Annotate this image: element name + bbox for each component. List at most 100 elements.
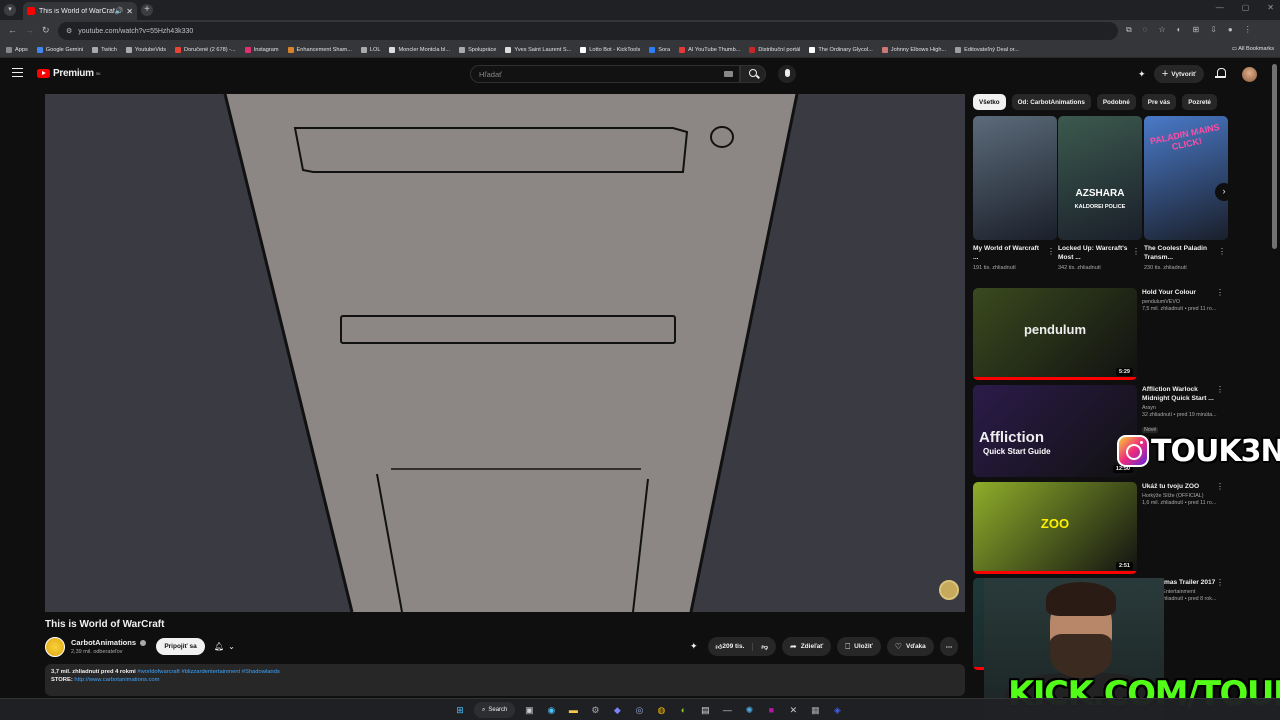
speaker-icon[interactable]: 🔊 [115,7,124,15]
close-window-icon[interactable]: ✕ [1267,3,1274,12]
more-options-icon[interactable]: ⋮ [1132,247,1140,256]
hashtags[interactable]: #worldofwarcraft #blizzardentertainment … [137,669,279,675]
app-icon-x[interactable]: ✕ [785,702,801,718]
bookmark-item[interactable]: LOL [360,46,380,53]
new-tab-button[interactable]: + [141,4,153,16]
hamburger-menu-icon[interactable] [12,68,23,77]
more-options-icon[interactable]: ⋮ [1216,482,1224,491]
downloads-icon[interactable]: ⇩ [1210,25,1217,35]
bookmark-item[interactable]: Spolupráce [459,46,496,53]
cast-icon[interactable]: ✦ [1138,69,1146,80]
edge-icon[interactable]: ◉ [543,702,559,718]
filter-chip[interactable]: Pozreté [1182,94,1217,110]
save-button[interactable]: ⎕ Uložiť [837,637,881,656]
video-title[interactable]: Hold Your Colour [1142,288,1216,297]
back-icon[interactable]: ← [8,25,17,35]
app-icon-calc[interactable]: ▦ [807,702,823,718]
profile-icon[interactable]: ● [1228,25,1233,35]
eye-off-icon[interactable]: ◌ [1143,25,1148,35]
channel-avatar[interactable] [45,637,65,657]
video-channel[interactable]: Horkýže Slíže (OFFICIAL) [1142,493,1216,499]
share-button[interactable]: ➦ Zdieľať [782,637,832,656]
app-icon-blue[interactable]: ◈ [829,702,845,718]
close-tab-icon[interactable]: ✕ [126,7,133,16]
more-options-icon[interactable]: ⋮ [1216,578,1224,587]
forward-icon[interactable]: → [25,25,34,35]
tab-search-button[interactable]: ▾ [4,4,16,16]
more-options-icon[interactable]: ⋮ [1216,288,1224,297]
more-actions-button[interactable]: ⋯ [939,637,959,656]
scrollbar[interactable] [1272,64,1277,249]
extension-icon[interactable]: ◐ [1177,25,1182,35]
app-icon-window[interactable]: ▤ [697,702,713,718]
video-thumbnail[interactable]: ZOO 2:51 [973,482,1137,574]
shelf-video-card[interactable]: AZSHARA KALDOREI POLICE Locked Up: Warcraf… [1058,116,1142,271]
bookmark-item[interactable]: Doručené (2 678) -... [175,46,236,53]
notifications-icon[interactable] [1215,68,1226,78]
chrome-icon[interactable]: ◍ [653,702,669,718]
address-bar[interactable]: ⚙ youtube.com/watch?v=55Hzh43k330 [58,22,1118,40]
bookmark-item[interactable]: Lotto Bot - KickTools [580,46,640,53]
windows-start-icon[interactable]: ⊞ [452,702,468,718]
active-tab[interactable]: This is World of WarCraft - 🔊 ✕ [23,2,137,20]
join-button[interactable]: Pripojiť sa [156,638,205,655]
bookmark-item[interactable]: Enhancement Sham... [287,46,352,53]
video-channel[interactable]: pendulumVEVO [1142,299,1216,305]
shelf-thumbnail[interactable]: AZSHARA KALDOREI POLICE [1058,116,1142,240]
filter-chip[interactable]: Od: CarbotAnimations [1011,94,1091,110]
discord-icon[interactable]: ◆ [609,702,625,718]
battlenet-icon[interactable]: ✺ [741,702,757,718]
taskbar-search[interactable]: ⌕ Search [474,702,516,718]
bookmark-item[interactable]: Sora [649,46,670,53]
store-link[interactable]: http://www.carbotanimations.com [74,677,159,683]
site-info-icon[interactable]: ⚙ [66,27,72,35]
reload-icon[interactable]: ↻ [42,25,50,36]
app-icon-pink[interactable]: ■ [763,702,779,718]
voice-search-icon[interactable] [778,65,796,83]
video-title[interactable]: Affliction Warlock Midnight Quick Start … [1142,385,1216,403]
filter-chip[interactable]: Pre vás [1141,94,1177,110]
shelf-next-icon[interactable]: › [1215,183,1233,201]
shelf-video-title[interactable]: My World of Warcraft ... [973,245,1043,263]
video-thumbnail[interactable]: pendulum 5:29 [973,288,1137,380]
video-thumbnail[interactable]: Affliction Quick Start Guide 12:50 [973,385,1137,477]
maximize-icon[interactable]: ▢ [1242,3,1250,12]
keyboard-icon[interactable] [724,71,733,77]
bookmark-item[interactable]: Google Gemini [36,46,83,53]
steam-icon[interactable]: ◎ [631,702,647,718]
bookmark-item[interactable]: YoutubeVids [125,46,166,53]
bookmark-item[interactable]: Yves Saint Laurent S... [505,46,571,53]
menu-dots-icon[interactable]: ⋮ [1244,25,1252,35]
bookmark-item[interactable]: Instagram [244,46,279,53]
recommended-video[interactable]: pendulum 5:29 Hold Your Colour pendulumVEVO… [973,288,1227,380]
bookmark-item[interactable]: AI YouTube Thumb... [679,46,740,53]
channel-name[interactable]: CarbotAnimations [71,638,147,647]
star-icon[interactable]: ☆ [1158,25,1165,35]
more-options-icon[interactable]: ⋮ [1216,385,1224,394]
minimize-icon[interactable]: — [1216,3,1224,12]
shelf-video-card[interactable]: My World of Warcraft ... 191 tis. zhliadn… [973,116,1057,271]
bookmark-item[interactable]: Twitch [92,46,117,53]
settings-icon[interactable]: ⚙ [587,702,603,718]
shelf-thumbnail[interactable] [973,116,1057,240]
more-options-icon[interactable]: ⋮ [1218,247,1226,256]
filter-chip[interactable]: Podobné [1096,94,1136,110]
recommended-video[interactable]: ZOO 2:51 Ukáž tu tvoju ZOO Horkýže Slíže (O… [973,482,1227,574]
shelf-video-title[interactable]: The Coolest Paladin Transm... [1144,245,1214,263]
install-icon[interactable]: ⧉ [1126,25,1132,35]
app-icon-green[interactable]: ◐ [675,702,691,718]
shelf-video-title[interactable]: Locked Up: Warcraft's Most ... [1058,245,1128,263]
bookmark-item[interactable]: Apps [6,46,28,53]
like-button[interactable]: 👍︎ 209 tis. [708,642,754,651]
shelf-thumbnail[interactable]: PALADIN MAINS CLICK! [1144,116,1228,240]
bookmark-item[interactable]: The Ordinary Glycol... [809,46,873,53]
thanks-button[interactable]: ♡ Vďaka [886,637,934,656]
app-icon-dash[interactable]: — [719,702,735,718]
puzzle-icon[interactable]: ⊞ [1193,25,1200,35]
bookmark-item[interactable]: Distribuční portál [749,46,800,53]
task-view-icon[interactable]: ▣ [521,702,537,718]
dislike-button[interactable]: 👎︎ [753,643,776,651]
search-input[interactable]: Hľadať [470,65,740,83]
filter-chip[interactable]: Všetko [973,94,1006,110]
video-player[interactable] [45,94,965,612]
